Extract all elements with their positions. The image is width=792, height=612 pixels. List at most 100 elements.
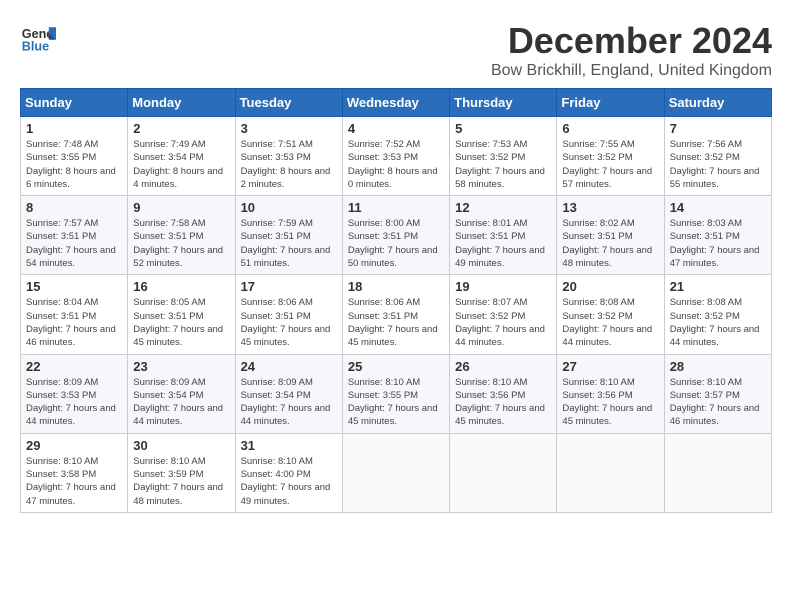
daylight-label: Daylight: 7 hours and 46 minutes. <box>670 403 760 427</box>
sunrise-label: Sunrise: 7:59 AM <box>241 218 313 229</box>
calendar-cell <box>342 433 449 512</box>
calendar-cell: 18 Sunrise: 8:06 AM Sunset: 3:51 PM Dayl… <box>342 275 449 354</box>
daylight-label: Daylight: 7 hours and 55 minutes. <box>670 166 760 190</box>
sunset-label: Sunset: 3:55 PM <box>26 152 96 163</box>
col-header-sunday: Sunday <box>21 89 128 117</box>
sunset-label: Sunset: 3:56 PM <box>562 390 632 401</box>
col-header-monday: Monday <box>128 89 235 117</box>
sunset-label: Sunset: 3:51 PM <box>26 311 96 322</box>
col-header-thursday: Thursday <box>450 89 557 117</box>
sunrise-label: Sunrise: 8:10 AM <box>670 377 742 388</box>
calendar-cell <box>664 433 771 512</box>
day-number: 7 <box>670 121 766 136</box>
calendar-cell: 12 Sunrise: 8:01 AM Sunset: 3:51 PM Dayl… <box>450 196 557 275</box>
calendar-cell: 1 Sunrise: 7:48 AM Sunset: 3:55 PM Dayli… <box>21 117 128 196</box>
calendar-cell: 7 Sunrise: 7:56 AM Sunset: 3:52 PM Dayli… <box>664 117 771 196</box>
sunrise-label: Sunrise: 8:10 AM <box>455 377 527 388</box>
day-info: Sunrise: 8:04 AM Sunset: 3:51 PM Dayligh… <box>26 296 122 349</box>
sunrise-label: Sunrise: 8:10 AM <box>562 377 634 388</box>
sunrise-label: Sunrise: 8:06 AM <box>241 297 313 308</box>
calendar-cell: 2 Sunrise: 7:49 AM Sunset: 3:54 PM Dayli… <box>128 117 235 196</box>
calendar-cell: 3 Sunrise: 7:51 AM Sunset: 3:53 PM Dayli… <box>235 117 342 196</box>
logo-icon: General Blue <box>20 20 56 56</box>
calendar-cell <box>450 433 557 512</box>
daylight-label: Daylight: 7 hours and 50 minutes. <box>348 245 438 269</box>
calendar-cell: 17 Sunrise: 8:06 AM Sunset: 3:51 PM Dayl… <box>235 275 342 354</box>
daylight-label: Daylight: 7 hours and 45 minutes. <box>348 403 438 427</box>
day-number: 13 <box>562 200 658 215</box>
sunrise-label: Sunrise: 8:00 AM <box>348 218 420 229</box>
calendar-cell: 13 Sunrise: 8:02 AM Sunset: 3:51 PM Dayl… <box>557 196 664 275</box>
calendar-cell: 5 Sunrise: 7:53 AM Sunset: 3:52 PM Dayli… <box>450 117 557 196</box>
day-number: 23 <box>133 359 229 374</box>
calendar-cell: 15 Sunrise: 8:04 AM Sunset: 3:51 PM Dayl… <box>21 275 128 354</box>
day-info: Sunrise: 8:06 AM Sunset: 3:51 PM Dayligh… <box>241 296 337 349</box>
daylight-label: Daylight: 7 hours and 45 minutes. <box>348 324 438 348</box>
location-title: Bow Brickhill, England, United Kingdom <box>491 62 772 80</box>
day-number: 21 <box>670 279 766 294</box>
sunset-label: Sunset: 3:53 PM <box>348 152 418 163</box>
calendar-cell: 24 Sunrise: 8:09 AM Sunset: 3:54 PM Dayl… <box>235 354 342 433</box>
day-info: Sunrise: 8:03 AM Sunset: 3:51 PM Dayligh… <box>670 217 766 270</box>
day-number: 4 <box>348 121 444 136</box>
sunrise-label: Sunrise: 7:53 AM <box>455 139 527 150</box>
calendar-cell: 21 Sunrise: 8:08 AM Sunset: 3:52 PM Dayl… <box>664 275 771 354</box>
sunrise-label: Sunrise: 8:09 AM <box>26 377 98 388</box>
day-info: Sunrise: 8:08 AM Sunset: 3:52 PM Dayligh… <box>670 296 766 349</box>
col-header-wednesday: Wednesday <box>342 89 449 117</box>
day-number: 25 <box>348 359 444 374</box>
daylight-label: Daylight: 7 hours and 48 minutes. <box>562 245 652 269</box>
sunset-label: Sunset: 3:59 PM <box>133 469 203 480</box>
sunset-label: Sunset: 3:51 PM <box>455 231 525 242</box>
calendar-cell: 9 Sunrise: 7:58 AM Sunset: 3:51 PM Dayli… <box>128 196 235 275</box>
day-number: 11 <box>348 200 444 215</box>
calendar-cell: 19 Sunrise: 8:07 AM Sunset: 3:52 PM Dayl… <box>450 275 557 354</box>
sunset-label: Sunset: 3:51 PM <box>348 311 418 322</box>
day-number: 14 <box>670 200 766 215</box>
svg-text:Blue: Blue <box>22 40 49 54</box>
daylight-label: Daylight: 7 hours and 44 minutes. <box>455 324 545 348</box>
calendar-cell: 30 Sunrise: 8:10 AM Sunset: 3:59 PM Dayl… <box>128 433 235 512</box>
calendar-cell <box>557 433 664 512</box>
calendar-cell: 23 Sunrise: 8:09 AM Sunset: 3:54 PM Dayl… <box>128 354 235 433</box>
day-info: Sunrise: 8:10 AM Sunset: 3:56 PM Dayligh… <box>562 376 658 429</box>
day-number: 1 <box>26 121 122 136</box>
calendar-cell: 14 Sunrise: 8:03 AM Sunset: 3:51 PM Dayl… <box>664 196 771 275</box>
day-info: Sunrise: 7:51 AM Sunset: 3:53 PM Dayligh… <box>241 138 337 191</box>
day-info: Sunrise: 8:06 AM Sunset: 3:51 PM Dayligh… <box>348 296 444 349</box>
calendar-week-2: 8 Sunrise: 7:57 AM Sunset: 3:51 PM Dayli… <box>21 196 772 275</box>
calendar-cell: 22 Sunrise: 8:09 AM Sunset: 3:53 PM Dayl… <box>21 354 128 433</box>
sunrise-label: Sunrise: 8:02 AM <box>562 218 634 229</box>
day-info: Sunrise: 8:07 AM Sunset: 3:52 PM Dayligh… <box>455 296 551 349</box>
day-info: Sunrise: 8:10 AM Sunset: 4:00 PM Dayligh… <box>241 455 337 508</box>
sunrise-label: Sunrise: 7:56 AM <box>670 139 742 150</box>
sunrise-label: Sunrise: 8:10 AM <box>241 456 313 467</box>
day-number: 19 <box>455 279 551 294</box>
daylight-label: Daylight: 7 hours and 54 minutes. <box>26 245 116 269</box>
daylight-label: Daylight: 7 hours and 58 minutes. <box>455 166 545 190</box>
day-info: Sunrise: 8:01 AM Sunset: 3:51 PM Dayligh… <box>455 217 551 270</box>
sunset-label: Sunset: 3:52 PM <box>562 311 632 322</box>
day-info: Sunrise: 7:57 AM Sunset: 3:51 PM Dayligh… <box>26 217 122 270</box>
day-number: 28 <box>670 359 766 374</box>
day-info: Sunrise: 7:53 AM Sunset: 3:52 PM Dayligh… <box>455 138 551 191</box>
day-info: Sunrise: 8:10 AM Sunset: 3:59 PM Dayligh… <box>133 455 229 508</box>
sunset-label: Sunset: 3:54 PM <box>133 152 203 163</box>
day-number: 16 <box>133 279 229 294</box>
header: General Blue December 2024 Bow Brickhill… <box>20 20 772 80</box>
daylight-label: Daylight: 7 hours and 49 minutes. <box>241 482 331 506</box>
daylight-label: Daylight: 7 hours and 49 minutes. <box>455 245 545 269</box>
day-info: Sunrise: 8:02 AM Sunset: 3:51 PM Dayligh… <box>562 217 658 270</box>
sunrise-label: Sunrise: 8:08 AM <box>562 297 634 308</box>
day-info: Sunrise: 8:00 AM Sunset: 3:51 PM Dayligh… <box>348 217 444 270</box>
day-number: 29 <box>26 438 122 453</box>
day-info: Sunrise: 8:10 AM Sunset: 3:57 PM Dayligh… <box>670 376 766 429</box>
sunset-label: Sunset: 3:54 PM <box>241 390 311 401</box>
daylight-label: Daylight: 7 hours and 44 minutes. <box>133 403 223 427</box>
day-number: 8 <box>26 200 122 215</box>
sunset-label: Sunset: 3:56 PM <box>455 390 525 401</box>
sunrise-label: Sunrise: 7:55 AM <box>562 139 634 150</box>
day-info: Sunrise: 7:49 AM Sunset: 3:54 PM Dayligh… <box>133 138 229 191</box>
calendar-cell: 16 Sunrise: 8:05 AM Sunset: 3:51 PM Dayl… <box>128 275 235 354</box>
col-header-saturday: Saturday <box>664 89 771 117</box>
